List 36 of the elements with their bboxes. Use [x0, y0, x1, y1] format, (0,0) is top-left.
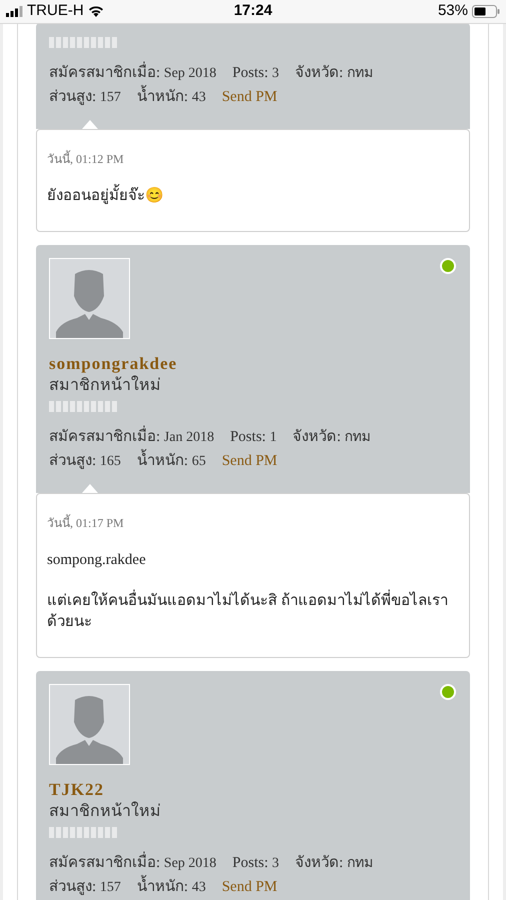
wifi-icon: [88, 5, 104, 18]
member-stat: จังหวัด: กทม: [295, 854, 373, 872]
username-link[interactable]: sompongrakdee: [49, 352, 178, 374]
message-text: แต่เคยให้คนอื่นมันแอดมาไม่ได้นะสิ ถ้าแอดมาไม่ได้พี่ขอไลเรา ด้วยนะ: [47, 590, 459, 632]
member-stat: สมัครสมาชิกเมื่อ: Sep 2018: [49, 62, 216, 84]
member-stat: Posts: 3: [232, 64, 280, 82]
signal-icon: [6, 6, 23, 17]
reputation-bar: [49, 826, 117, 838]
battery-percent: 53%: [438, 1, 468, 21]
member-stat: น้ำหนัก: 65: [136, 450, 206, 472]
post-date: วันนี้, 01:17 PM: [47, 514, 124, 532]
member-stat: จังหวัด: กทม: [292, 428, 371, 446]
member-stat: ส่วนสูง: 165: [49, 452, 121, 471]
reputation-bar: [49, 400, 117, 412]
post-date: วันนี้, 01:12 PM: [47, 150, 124, 168]
send-pm-link[interactable]: Send PM: [222, 86, 278, 108]
member-stat: Posts: 3: [232, 854, 280, 872]
user-rank: สมาชิกหน้าใหม่: [49, 800, 161, 822]
message-text: ยังออนอยู่มั้ยจ๊ะ😊: [47, 186, 459, 206]
user-rank: สมาชิกหน้าใหม่: [49, 374, 161, 396]
clock-time: 17:24: [232, 1, 274, 21]
send-pm-link[interactable]: Send PM: [222, 450, 278, 472]
member-stat: น้ำหนัก: 43: [136, 86, 206, 108]
member-stat: Posts: 1: [230, 428, 277, 446]
member-stat: ส่วนสูง: 157: [49, 88, 121, 107]
member-stat: สมัครสมาชิกเมื่อ: Jan 2018: [49, 426, 214, 448]
reputation-bar: [49, 36, 117, 48]
message-text: sompong.rakdee: [47, 550, 147, 570]
member-stat: สมัครสมาชิกเมื่อ: Sep 2018: [49, 852, 216, 874]
member-stat: น้ำหนัก: 43: [136, 876, 206, 898]
send-pm-link[interactable]: Send PM: [222, 876, 278, 898]
member-stat: จังหวัด: กทม: [295, 64, 373, 82]
battery-icon: [472, 4, 500, 18]
username-link[interactable]: TJK22: [49, 778, 104, 800]
carrier-name: TRUE-H: [27, 1, 84, 21]
member-stat: ส่วนสูง: 157: [49, 878, 121, 897]
